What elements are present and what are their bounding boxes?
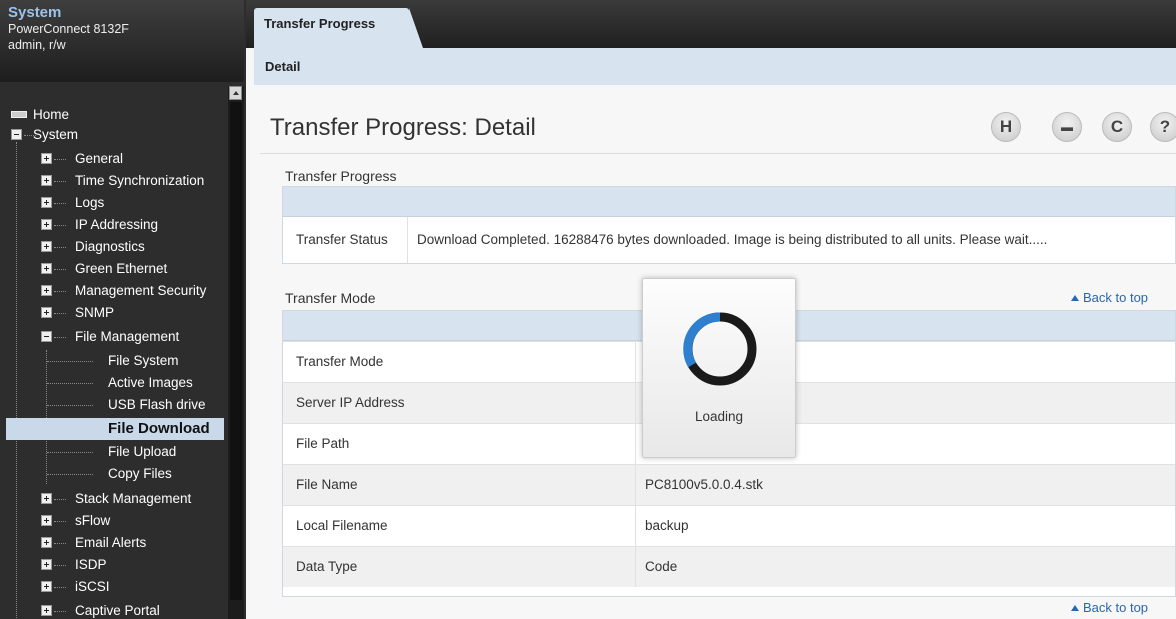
nav-item-active-images[interactable]: Active Images [0,372,228,394]
nav-item-file-management[interactable]: File Management [0,326,228,348]
section-label-transfer-progress: Transfer Progress [285,168,397,184]
table-row: Transfer Status Download Completed. 1628… [283,217,1175,263]
nav-item-time-synchronization[interactable]: Time Synchronization [0,170,228,192]
expand-icon[interactable] [41,581,52,592]
nav-item-captive-portal[interactable]: Captive Portal [0,600,228,619]
nav-scrollbar[interactable] [228,86,244,619]
nav-item-ip-addressing[interactable]: IP Addressing [0,214,228,236]
table-row: Data Type Code [283,546,1175,587]
expand-icon[interactable] [41,493,52,504]
expand-icon[interactable] [41,605,52,616]
transfer-status-label: Transfer Status [296,232,388,247]
subtab-detail[interactable]: Detail [265,59,300,74]
system-info-box: System PowerConnect 8132F admin, r/w [0,0,244,82]
expand-icon[interactable] [41,219,52,230]
table-row: Local Filename backup [283,505,1175,546]
scroll-thumb[interactable] [230,102,242,600]
navigation-tree: Home System General Time Synchronization [0,86,228,619]
nav-item-general[interactable]: General [0,148,228,170]
system-model: PowerConnect 8132F [8,22,129,36]
content-panel: Transfer Progress Detail Transfer Progre… [246,0,1176,619]
row-value: Code [645,559,678,574]
collapse-icon[interactable] [11,129,22,140]
back-to-top-link-bottom[interactable]: Back to top [1071,600,1148,615]
section-label-transfer-mode: Transfer Mode [285,290,376,306]
nav-item-home[interactable]: Home [0,104,228,126]
expand-icon[interactable] [41,197,52,208]
nav-item-logs[interactable]: Logs [0,192,228,214]
row-key: Server IP Address [296,395,405,410]
left-panel: System PowerConnect 8132F admin, r/w Hom… [0,0,244,619]
help-icon[interactable]: ? [1150,112,1176,142]
navigation-tree-container: Home System General Time Synchronization [0,86,244,619]
up-arrow-icon [1071,295,1079,301]
nav-item-system[interactable]: System [0,124,228,146]
row-key: File Name [296,477,358,492]
loading-spinner-icon [683,312,757,386]
refresh-icon[interactable]: C [1102,112,1132,142]
nav-item-file-system[interactable]: File System [0,350,228,372]
nav-item-file-upload[interactable]: File Upload [0,441,228,463]
nav-item-diagnostics[interactable]: Diagnostics [0,236,228,258]
row-value: backup [645,518,689,533]
page-title: Transfer Progress: Detail [270,114,536,141]
expand-icon[interactable] [41,241,52,252]
transfer-progress-panel: Transfer Status Download Completed. 1628… [282,186,1176,264]
print-icon[interactable]: ▬ [1052,112,1082,142]
subtab-bar: Detail [254,48,1176,85]
loading-dialog: Loading [642,278,796,458]
row-key: File Path [296,436,350,451]
loading-text: Loading [694,409,744,424]
expand-icon[interactable] [41,515,52,526]
table-row: File Name PC8100v5.0.0.4.stk [283,464,1175,505]
back-to-top-link[interactable]: Back to top [1071,290,1148,305]
expand-icon[interactable] [41,559,52,570]
row-key: Transfer Mode [296,354,384,369]
tab-bar: Transfer Progress [246,0,1176,48]
nav-item-sflow[interactable]: sFlow [0,510,228,532]
expand-icon[interactable] [41,153,52,164]
nav-item-email-alerts[interactable]: Email Alerts [0,532,228,554]
panel-header [283,187,1175,217]
nav-item-iscsi[interactable]: iSCSI [0,576,228,598]
expand-icon[interactable] [41,307,52,318]
expand-icon[interactable] [41,285,52,296]
expand-icon[interactable] [41,175,52,186]
collapse-icon[interactable] [41,331,52,342]
nav-item-isdp[interactable]: ISDP [0,554,228,576]
home-icon [11,111,27,118]
row-key: Local Filename [296,518,388,533]
system-title: System [8,4,62,21]
row-key: Data Type [296,559,358,574]
nav-item-file-download[interactable]: File Download [6,418,224,440]
system-user: admin, r/w [8,38,66,52]
nav-item-copy-files[interactable]: Copy Files [0,463,228,485]
nav-item-snmp[interactable]: SNMP [0,302,228,324]
scroll-up-arrow-icon[interactable] [229,86,242,100]
nav-item-usb-flash-drive[interactable]: USB Flash drive [0,394,228,416]
expand-icon[interactable] [41,537,52,548]
expand-icon[interactable] [41,263,52,274]
up-arrow-icon [1071,605,1079,611]
transfer-status-value: Download Completed. 16288476 bytes downl… [417,232,1048,247]
row-value: PC8100v5.0.0.4.stk [645,477,763,492]
save-icon[interactable]: H [991,112,1021,142]
nav-item-management-security[interactable]: Management Security [0,280,228,302]
title-divider [260,153,1176,154]
nav-item-stack-management[interactable]: Stack Management [0,488,228,510]
tab-transfer-progress[interactable]: Transfer Progress [254,8,423,48]
nav-item-green-ethernet[interactable]: Green Ethernet [0,258,228,280]
